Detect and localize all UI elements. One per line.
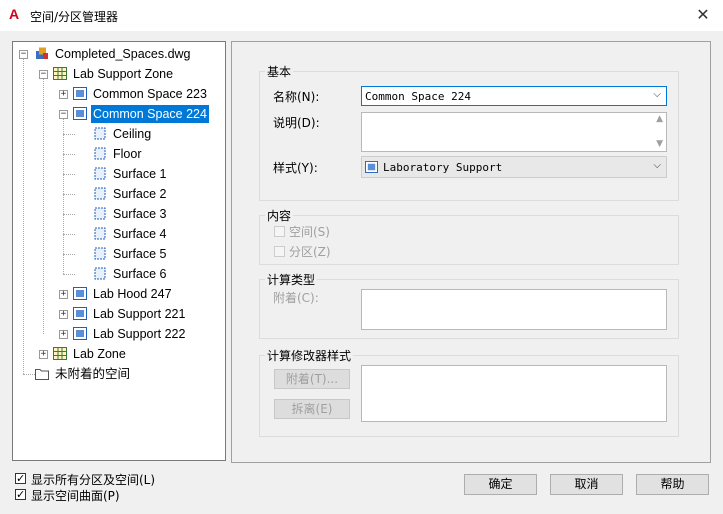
expand-toggle[interactable]: + (39, 350, 48, 359)
properties-panel: 基本 名称(N): Common Space 224 ⌵ 说明(D): ▲ ▼ … (231, 41, 711, 463)
collapse-toggle[interactable]: − (39, 70, 48, 79)
drawing-file-icon (36, 47, 48, 59)
chevron-down-icon[interactable]: ⌵ (653, 160, 661, 171)
surface-icon (94, 127, 106, 140)
tree-node-label: Surface 1 (113, 167, 167, 181)
tree-node-label: Lab Support 222 (93, 327, 186, 341)
tree-node-label: Surface 4 (113, 227, 167, 241)
app-icon: A (9, 6, 20, 22)
name-value: Common Space 224 (365, 90, 471, 103)
title-bar: A 空间/分区管理器 ✕ (0, 0, 723, 31)
modifier-list[interactable] (361, 365, 667, 422)
space-icon (73, 87, 87, 100)
surface-icon (94, 267, 106, 280)
attach-modifier-button[interactable]: 附着(T)... (274, 369, 350, 389)
show-surfaces-label: 显示空间曲面(P) (31, 489, 120, 503)
calc-modifier-group-title: 计算修改器样式 (265, 347, 354, 364)
surface-icon (94, 167, 106, 180)
tree-node-label: Floor (113, 147, 142, 161)
tree-connector (63, 154, 75, 155)
surface-icon (94, 247, 106, 260)
tree-node-label: Completed_Spaces.dwg (55, 47, 191, 61)
tree-node-label: Surface 2 (113, 187, 167, 201)
chevron-down-icon[interactable]: ⌵ (653, 89, 661, 100)
style-dropdown[interactable]: Laboratory Support ⌵ (361, 156, 667, 178)
zone-checkbox-label: 分区(Z) (289, 245, 331, 259)
space-zone-tree[interactable]: − − + − + + + + Completed_Spaces.dwg Lab… (12, 41, 226, 461)
show-all-label: 显示所有分区及空间(L) (31, 473, 156, 487)
scroll-up-icon[interactable]: ▲ (656, 114, 663, 124)
space-style-icon (365, 161, 378, 173)
help-button[interactable]: 帮助 (636, 474, 709, 495)
tree-connector (63, 234, 75, 235)
show-surfaces-checkbox[interactable]: ✓ (15, 489, 26, 500)
tree-connector (23, 374, 35, 375)
tree-node-label: Surface 3 (113, 207, 167, 221)
cancel-button[interactable]: 取消 (550, 474, 623, 495)
surface-icon (94, 147, 106, 160)
tree-node-label: Ceiling (113, 127, 152, 141)
tree-connector (63, 254, 75, 255)
collapse-toggle[interactable]: − (59, 110, 68, 119)
ok-button[interactable]: 确定 (464, 474, 537, 495)
calc-type-list[interactable] (361, 289, 667, 330)
space-checkbox-label: 空间(S) (289, 225, 330, 239)
surface-icon (94, 227, 106, 240)
expand-toggle[interactable]: + (59, 90, 68, 99)
tree-node-label: Surface 6 (113, 267, 167, 281)
content-group-title: 内容 (265, 207, 294, 224)
space-icon (73, 107, 87, 120)
space-checkbox[interactable] (274, 226, 285, 237)
space-icon (73, 327, 87, 340)
zone-icon (53, 347, 67, 360)
tree-connector (63, 274, 75, 275)
description-textarea[interactable]: ▲ ▼ (361, 112, 667, 152)
tree-node-label: Common Space 224 (91, 105, 209, 123)
tree-node-label: Lab Hood 247 (93, 287, 172, 301)
zone-checkbox[interactable] (274, 246, 285, 257)
close-button[interactable]: ✕ (690, 4, 716, 26)
tree-connector (63, 134, 75, 135)
tree-connector (63, 174, 75, 175)
expand-toggle[interactable]: + (59, 290, 68, 299)
detach-modifier-button[interactable]: 拆离(E) (274, 399, 350, 419)
tree-connector (63, 214, 75, 215)
show-all-checkbox[interactable]: ✓ (15, 473, 26, 484)
calc-attach-label: 附着(C): (273, 291, 319, 305)
zone-icon (53, 67, 67, 80)
surface-icon (94, 187, 106, 200)
tree-node-label: Lab Support 221 (93, 307, 186, 321)
space-icon (73, 287, 87, 300)
window-title: 空间/分区管理器 (30, 10, 119, 24)
tree-connector (43, 74, 44, 334)
space-icon (73, 307, 87, 320)
name-label: 名称(N): (273, 90, 320, 104)
style-label: 样式(Y): (273, 161, 318, 175)
collapse-toggle[interactable]: − (19, 50, 28, 59)
tree-connector (63, 194, 75, 195)
basic-group-title: 基本 (265, 63, 294, 80)
calc-type-group-title: 计算类型 (265, 271, 318, 288)
tree-node-label: Common Space 223 (93, 87, 207, 101)
name-combobox[interactable]: Common Space 224 ⌵ (361, 86, 667, 106)
folder-icon (35, 369, 49, 380)
style-value: Laboratory Support (383, 161, 503, 174)
surface-icon (94, 207, 106, 220)
tree-node-label: Lab Zone (73, 347, 126, 361)
expand-toggle[interactable]: + (59, 310, 68, 319)
tree-node-label: 未附着的空间 (55, 367, 131, 381)
description-label: 说明(D): (273, 116, 320, 130)
tree-node-label: Lab Support Zone (73, 67, 174, 81)
expand-toggle[interactable]: + (59, 330, 68, 339)
tree-node-label: Surface 5 (113, 247, 167, 261)
scroll-down-icon[interactable]: ▼ (656, 139, 663, 149)
tree-connector (23, 56, 24, 374)
